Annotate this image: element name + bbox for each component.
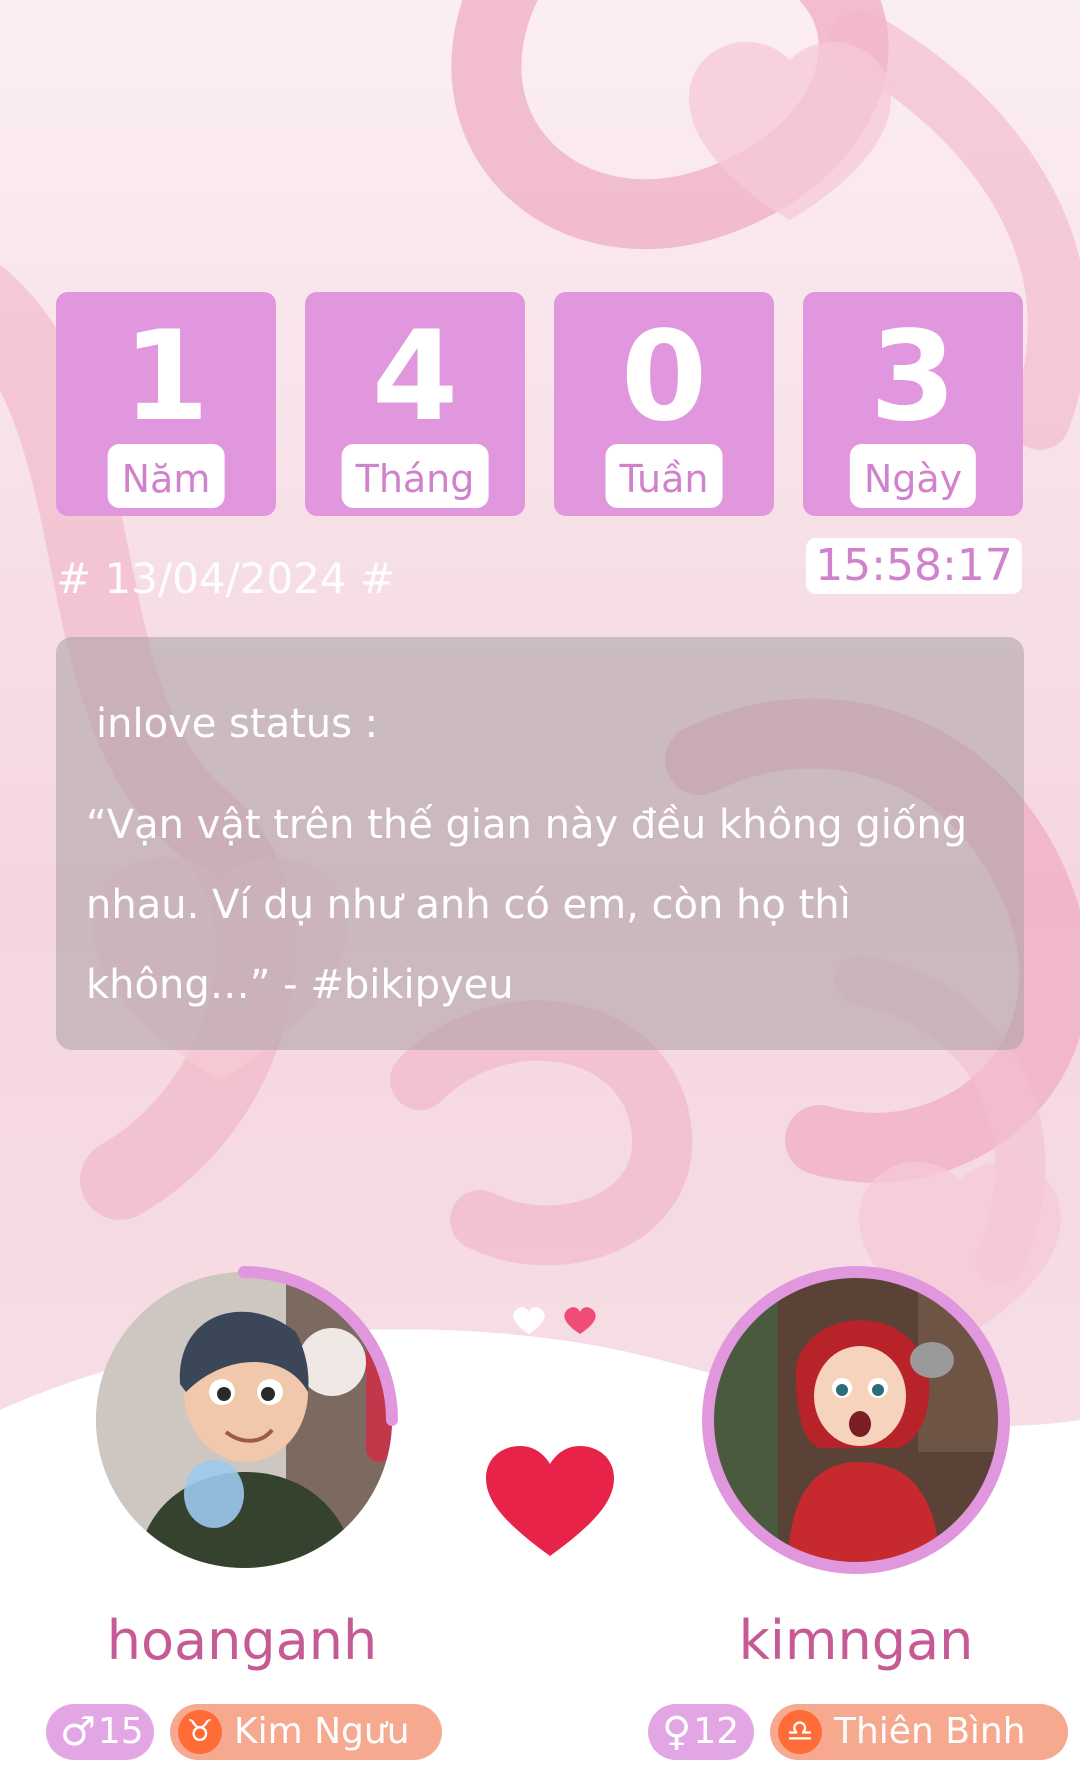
- partner-right-gender-age-badge: ♀ 12: [648, 1704, 754, 1760]
- partner-left-gender-age-badge: ♂ 15: [46, 1704, 154, 1760]
- partner-left-zodiac-badge: ♉ Kim Ngưu: [170, 1704, 442, 1760]
- female-icon: ♀: [662, 1709, 692, 1755]
- heart-icon[interactable]: [486, 1446, 614, 1558]
- years-value: 1: [122, 305, 210, 449]
- avatar-left-ring: [238, 1266, 398, 1426]
- years-counter: 1 Năm: [56, 292, 276, 516]
- days-value: 3: [869, 305, 957, 449]
- male-icon: ♂: [60, 1709, 96, 1755]
- avatar-right-ring: [702, 1266, 1010, 1574]
- page-dot-1-icon: [513, 1307, 545, 1334]
- partner-left-name[interactable]: hoanganh: [52, 1606, 432, 1676]
- weeks-counter: 0 Tuần: [554, 292, 774, 516]
- partner-right-zodiac-badge: ♎ Thiên Bình: [770, 1704, 1068, 1760]
- page-indicator[interactable]: [510, 1302, 600, 1342]
- status-quote: “Vạn vật trên thế gian này đều không giố…: [86, 802, 968, 1008]
- weeks-label: Tuần: [605, 444, 723, 508]
- weeks-value: 0: [620, 305, 708, 449]
- months-counter: 4 Tháng: [305, 292, 525, 516]
- status-card[interactable]: inlove status : “Vạn vật trên thế gian n…: [56, 637, 1024, 1050]
- page-dot-2-icon: [564, 1307, 596, 1334]
- years-label: Năm: [107, 444, 225, 508]
- days-counter: 3 Ngày: [803, 292, 1023, 516]
- months-label: Tháng: [341, 444, 489, 508]
- months-value: 4: [371, 305, 459, 449]
- status-heading: inlove status :: [96, 701, 379, 747]
- partner-right-age: 12: [693, 1711, 740, 1752]
- partner-left-age: 15: [97, 1711, 144, 1752]
- partner-right-name[interactable]: kimngan: [666, 1606, 1046, 1676]
- elapsed-clock: 15:58:17: [806, 538, 1022, 594]
- partner-left-zodiac: Kim Ngưu: [234, 1711, 410, 1752]
- start-date[interactable]: # 13/04/2024 #: [56, 552, 395, 606]
- libra-icon: ♎: [778, 1710, 822, 1754]
- days-label: Ngày: [849, 444, 977, 508]
- taurus-icon: ♉: [178, 1710, 222, 1754]
- partner-right-zodiac: Thiên Bình: [834, 1711, 1026, 1752]
